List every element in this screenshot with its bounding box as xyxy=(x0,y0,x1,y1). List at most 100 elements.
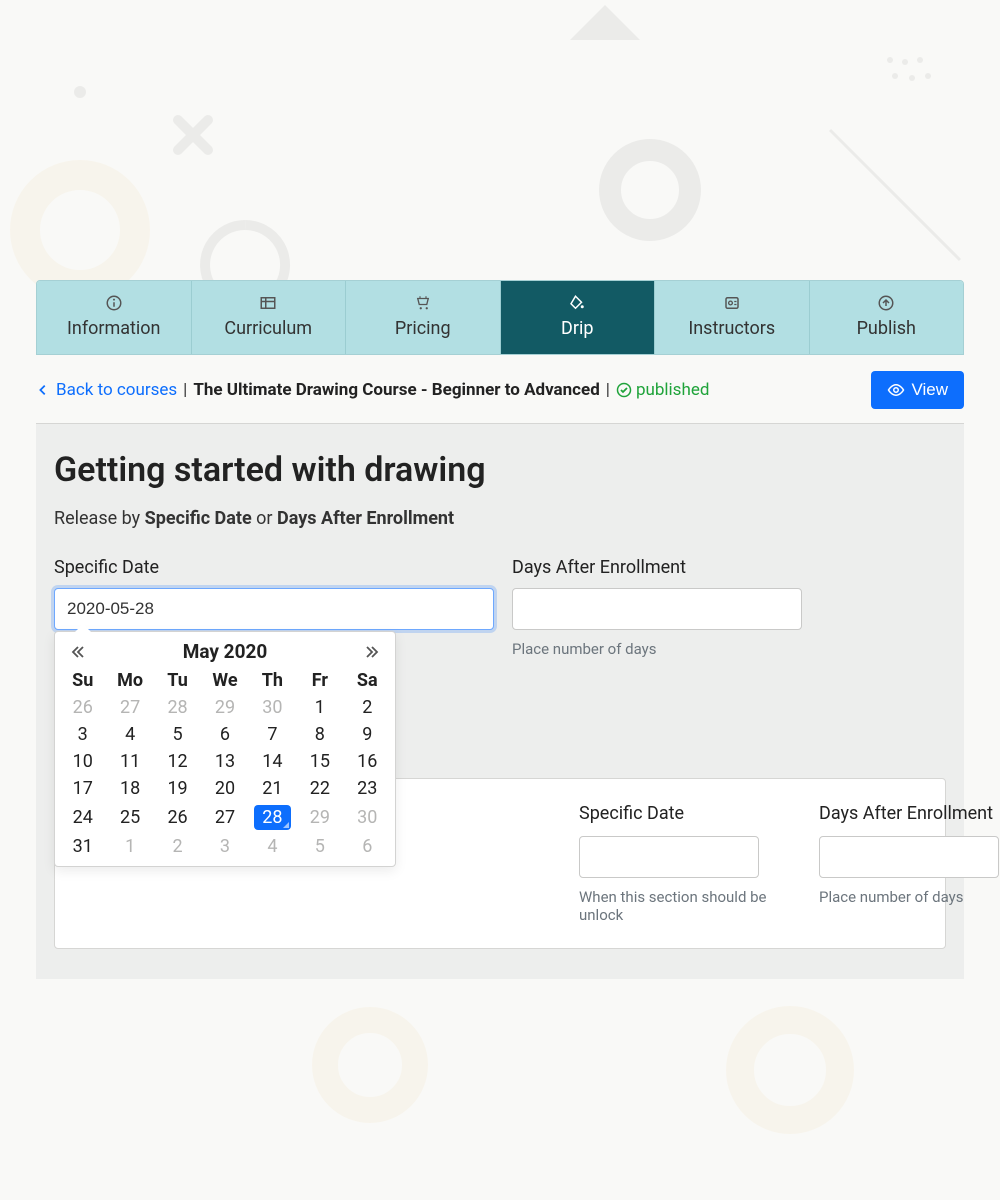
tab-instructors[interactable]: Instructors xyxy=(655,281,810,354)
datepicker-day[interactable]: 10 xyxy=(59,748,106,775)
chevron-double-right-icon xyxy=(364,644,380,660)
breadcrumb-row: Back to courses | The Ultimate Drawing C… xyxy=(36,355,964,423)
datepicker-day[interactable]: 5 xyxy=(296,833,343,860)
weekday-header: Su xyxy=(59,667,106,694)
eye-icon xyxy=(887,381,905,399)
tab-drip[interactable]: Drip xyxy=(501,281,656,354)
datepicker-day[interactable]: 29 xyxy=(296,802,343,833)
datepicker-day[interactable]: 28 xyxy=(154,694,201,721)
days-after-label: Days After Enrollment xyxy=(512,557,802,578)
tab-label: Drip xyxy=(561,318,593,339)
datepicker-popup: May 2020 SuMoTuWeThFrSa 2627282930123456… xyxy=(54,631,396,867)
separator: | xyxy=(606,380,610,400)
check-circle-icon xyxy=(616,382,632,398)
datepicker-day[interactable]: 16 xyxy=(344,748,391,775)
datepicker-prev-button[interactable] xyxy=(67,641,89,663)
datepicker-day[interactable]: 30 xyxy=(344,802,391,833)
tab-curriculum[interactable]: Curriculum xyxy=(192,281,347,354)
release-bold1: Specific Date xyxy=(145,508,252,529)
badge-icon xyxy=(723,294,741,312)
tab-label: Instructors xyxy=(688,318,775,339)
section-specific-date-col: Specific Date When this section should b… xyxy=(579,803,779,924)
specific-date-input[interactable] xyxy=(54,588,494,630)
datepicker-day[interactable]: 25 xyxy=(106,802,153,833)
datepicker-day[interactable]: 30 xyxy=(249,694,296,721)
datepicker-day[interactable]: 5 xyxy=(154,721,201,748)
datepicker-title[interactable]: May 2020 xyxy=(183,640,268,663)
datepicker-day[interactable]: 9 xyxy=(344,721,391,748)
tab-information[interactable]: Information xyxy=(37,281,192,354)
release-prefix: Release by xyxy=(54,508,145,529)
datepicker-day[interactable]: 22 xyxy=(296,775,343,802)
datepicker-day[interactable]: 26 xyxy=(59,694,106,721)
tab-label: Curriculum xyxy=(224,318,312,339)
view-button[interactable]: View xyxy=(871,371,964,409)
datepicker-day[interactable]: 24 xyxy=(59,802,106,833)
datepicker-day[interactable]: 21 xyxy=(249,775,296,802)
release-line: Release by Specific Date or Days After E… xyxy=(54,508,946,529)
section-specific-date-label: Specific Date xyxy=(579,803,779,824)
release-bold2: Days After Enrollment xyxy=(277,508,454,529)
datepicker-day[interactable]: 6 xyxy=(201,721,248,748)
datepicker-day[interactable]: 28 xyxy=(249,802,296,833)
datepicker-next-button[interactable] xyxy=(361,641,383,663)
datepicker-day[interactable]: 29 xyxy=(201,694,248,721)
weekday-header: Mo xyxy=(106,667,153,694)
weekday-header: Tu xyxy=(154,667,201,694)
course-tabs: Information Curriculum Pricing Drip Instruct… xyxy=(36,280,964,355)
section-specific-date-helper: When this section should be unlock xyxy=(579,888,779,924)
weekday-header: We xyxy=(201,667,248,694)
upload-icon xyxy=(877,294,895,312)
datepicker-day[interactable]: 1 xyxy=(296,694,343,721)
cart-icon xyxy=(414,294,432,312)
datepicker-day[interactable]: 12 xyxy=(154,748,201,775)
page-title: Getting started with drawing xyxy=(54,450,946,490)
weekday-header: Th xyxy=(249,667,296,694)
specific-date-label: Specific Date xyxy=(54,557,494,578)
datepicker-day[interactable]: 7 xyxy=(249,721,296,748)
datepicker-day[interactable]: 20 xyxy=(201,775,248,802)
course-title: The Ultimate Drawing Course - Beginner t… xyxy=(193,380,599,400)
datepicker-day[interactable]: 26 xyxy=(154,802,201,833)
weekday-header: Fr xyxy=(296,667,343,694)
tab-label: Information xyxy=(67,318,161,339)
datepicker-day[interactable]: 2 xyxy=(344,694,391,721)
datepicker-day[interactable]: 4 xyxy=(249,833,296,860)
section-days-input[interactable] xyxy=(819,836,999,878)
section-days-label: Days After Enrollment xyxy=(819,803,1000,824)
tab-label: Pricing xyxy=(395,318,451,339)
form-row: Specific Date May 2020 SuMoTuWeTh xyxy=(54,557,946,658)
datepicker-day[interactable]: 19 xyxy=(154,775,201,802)
datepicker-day[interactable]: 4 xyxy=(106,721,153,748)
separator: | xyxy=(183,380,187,400)
datepicker-day[interactable]: 15 xyxy=(296,748,343,775)
datepicker-day[interactable]: 3 xyxy=(59,721,106,748)
datepicker-day[interactable]: 2 xyxy=(154,833,201,860)
back-to-courses-link[interactable]: Back to courses xyxy=(36,380,177,400)
tab-publish[interactable]: Publish xyxy=(810,281,964,354)
specific-date-col: Specific Date May 2020 SuMoTuWeTh xyxy=(54,557,494,658)
datepicker-day[interactable]: 8 xyxy=(296,721,343,748)
release-or: or xyxy=(252,508,277,529)
datepicker-day[interactable]: 23 xyxy=(344,775,391,802)
weekday-header: Sa xyxy=(344,667,391,694)
datepicker-day[interactable]: 27 xyxy=(106,694,153,721)
chevron-double-left-icon xyxy=(70,644,86,660)
days-after-helper: Place number of days xyxy=(512,640,802,658)
datepicker-day[interactable]: 14 xyxy=(249,748,296,775)
datepicker-day[interactable]: 3 xyxy=(201,833,248,860)
tab-pricing[interactable]: Pricing xyxy=(346,281,501,354)
back-label: Back to courses xyxy=(56,380,177,400)
datepicker-day[interactable]: 18 xyxy=(106,775,153,802)
datepicker-day[interactable]: 13 xyxy=(201,748,248,775)
datepicker-day[interactable]: 17 xyxy=(59,775,106,802)
status-label: published xyxy=(636,380,709,400)
days-after-input[interactable] xyxy=(512,588,802,630)
datepicker-day[interactable]: 27 xyxy=(201,802,248,833)
status-badge: published xyxy=(616,380,709,400)
datepicker-day[interactable]: 6 xyxy=(344,833,391,860)
datepicker-day[interactable]: 1 xyxy=(106,833,153,860)
datepicker-day[interactable]: 11 xyxy=(106,748,153,775)
datepicker-day[interactable]: 31 xyxy=(59,833,106,860)
section-specific-date-input[interactable] xyxy=(579,836,759,878)
